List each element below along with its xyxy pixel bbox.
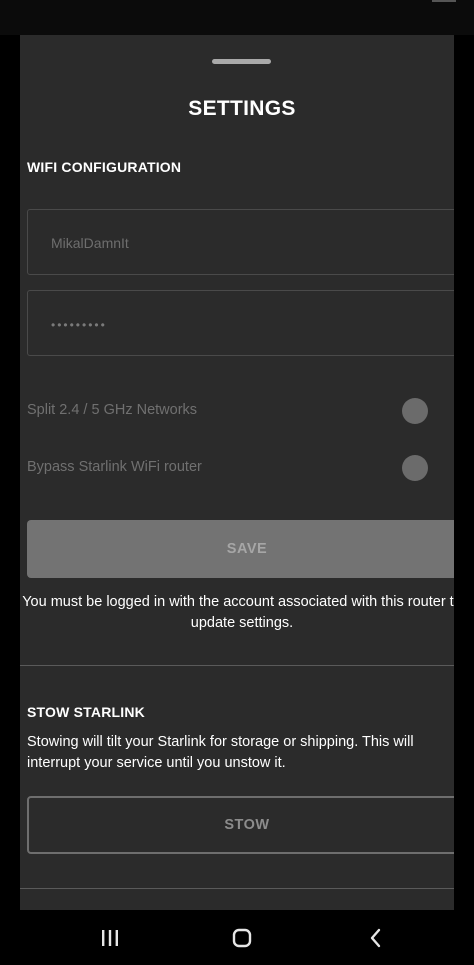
bypass-router-row[interactable]: Bypass Starlink WiFi router bbox=[27, 453, 428, 483]
home-button[interactable] bbox=[222, 920, 262, 956]
password-value: ••••••••• bbox=[51, 318, 107, 332]
recents-button[interactable] bbox=[90, 920, 130, 956]
app-screen: SETTINGS WIFI CONFIGURATION MikalDamnIt … bbox=[0, 0, 474, 965]
network-name-input[interactable]: MikalDamnIt bbox=[27, 209, 454, 275]
stow-section-title: STOW STARLINK bbox=[27, 704, 145, 720]
recents-icon bbox=[102, 930, 118, 946]
split-networks-row[interactable]: Split 2.4 / 5 GHz Networks bbox=[27, 396, 428, 426]
bypass-router-toggle[interactable] bbox=[402, 455, 428, 481]
save-button[interactable]: SAVE bbox=[27, 520, 454, 578]
split-networks-label: Split 2.4 / 5 GHz Networks bbox=[27, 402, 198, 418]
stow-button[interactable]: STOW bbox=[27, 796, 454, 854]
settings-sheet: SETTINGS WIFI CONFIGURATION MikalDamnIt … bbox=[20, 35, 454, 910]
home-icon bbox=[232, 928, 252, 948]
back-button[interactable] bbox=[356, 920, 396, 956]
section-divider bbox=[20, 665, 454, 666]
section-divider-bottom bbox=[20, 888, 454, 889]
bypass-router-label: Bypass Starlink WiFi router bbox=[27, 459, 202, 475]
status-indicator bbox=[432, 0, 456, 2]
status-bar bbox=[0, 0, 474, 35]
wifi-section-title: WIFI CONFIGURATION bbox=[27, 159, 182, 175]
network-name-value: MikalDamnIt bbox=[51, 235, 129, 251]
split-networks-toggle[interactable] bbox=[402, 398, 428, 424]
back-icon bbox=[370, 928, 381, 948]
stow-description: Stowing will tilt your Starlink for stor… bbox=[27, 734, 414, 771]
system-nav-bar bbox=[0, 910, 474, 965]
page-title: SETTINGS bbox=[188, 97, 296, 120]
password-input[interactable]: ••••••••• bbox=[27, 290, 454, 356]
login-required-note: You must be logged in with the account a… bbox=[22, 594, 454, 631]
sheet-drag-handle[interactable] bbox=[212, 59, 271, 64]
